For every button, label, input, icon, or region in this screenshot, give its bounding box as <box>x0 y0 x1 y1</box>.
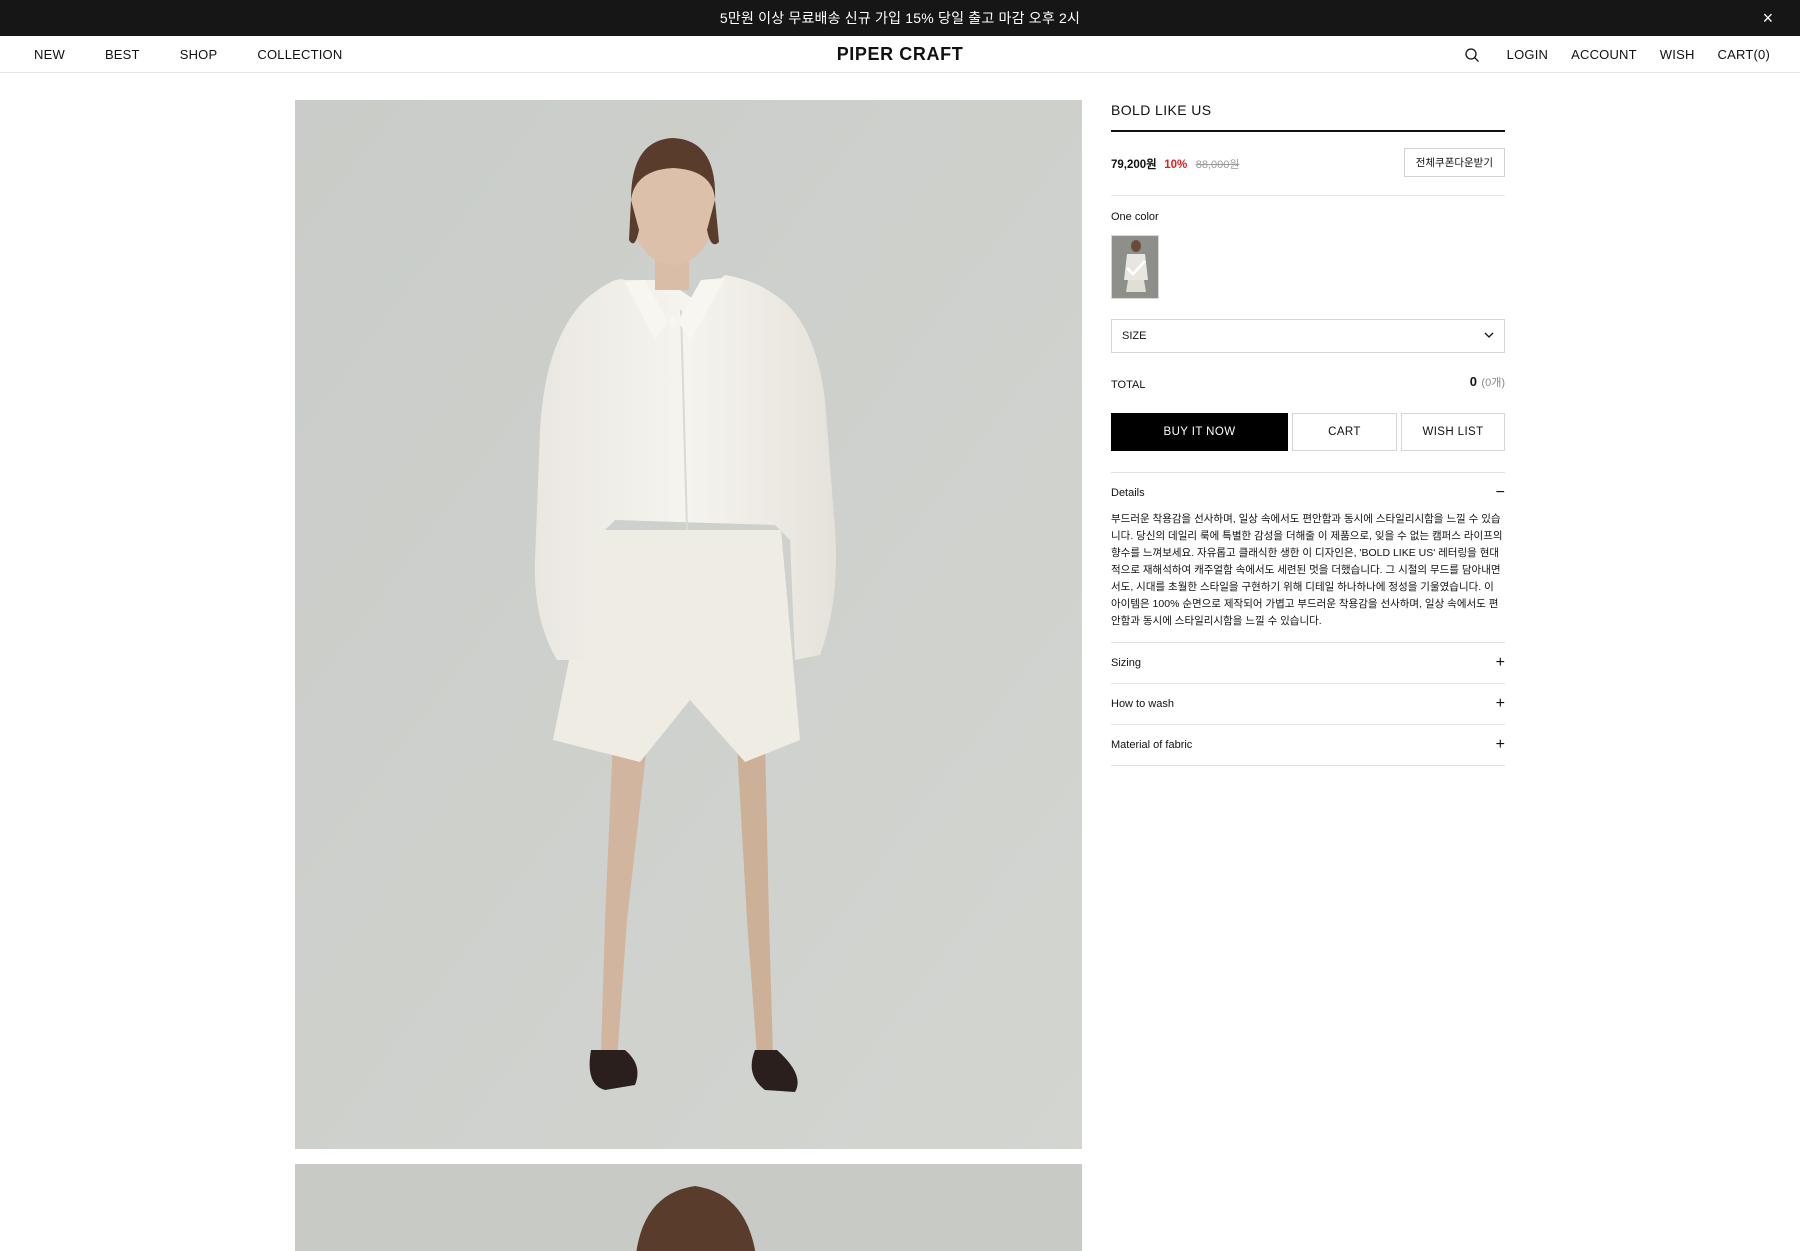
sale-price: 79,200원 <box>1111 158 1157 171</box>
accordion-sizing: Sizing + <box>1111 643 1505 684</box>
announcement-text: 5만원 이상 무료배송 신규 가입 15% 당일 출고 마감 오후 2시 <box>719 10 1081 26</box>
plus-icon: + <box>1495 736 1505 753</box>
action-buttons: BUY IT NOW CART WISH LIST <box>1111 413 1505 451</box>
accordion-material-header[interactable]: Material of fabric + <box>1111 725 1505 765</box>
price-row: 79,200원 10% 88,000원 전체쿠폰다운받기 <box>1111 132 1505 196</box>
chevron-down-icon <box>1484 330 1494 342</box>
total-amount: 0 (0개) <box>1470 373 1505 391</box>
info-accordion: Details − 부드러운 착용감을 선사하며, 일상 속에서도 편안함과 동… <box>1111 472 1505 766</box>
nav-login[interactable]: LOGIN <box>1507 47 1548 62</box>
product-image-secondary[interactable] <box>295 1164 1082 1251</box>
check-icon <box>1124 258 1148 283</box>
original-price: 88,000원 <box>1195 158 1240 171</box>
utility-nav: LOGIN ACCOUNT WISH CART(0) <box>1464 36 1770 73</box>
nav-wish[interactable]: WISH <box>1660 47 1695 62</box>
plus-icon: + <box>1495 654 1505 671</box>
plus-icon: + <box>1495 695 1505 712</box>
site-header: NEW BEST SHOP COLLECTION PIPER CRAFT LOG… <box>0 36 1800 73</box>
color-label: One color <box>1111 211 1159 223</box>
discount-rate: 10% <box>1164 158 1188 171</box>
product-title: BOLD LIKE US <box>1111 100 1505 132</box>
size-select-value: SIZE <box>1122 330 1147 342</box>
accordion-title: Sizing <box>1111 657 1141 669</box>
total-value: 0 <box>1469 374 1477 389</box>
nav-new[interactable]: NEW <box>34 47 65 62</box>
price-group: 79,200원 10% 88,000원 <box>1111 155 1239 173</box>
accordion-wash-header[interactable]: How to wash + <box>1111 684 1505 724</box>
close-icon[interactable]: × <box>1758 8 1778 28</box>
nav-collection[interactable]: COLLECTION <box>257 47 342 62</box>
accordion-sizing-header[interactable]: Sizing + <box>1111 643 1505 683</box>
size-select[interactable]: SIZE <box>1111 319 1505 353</box>
coupon-download-button[interactable]: 전체쿠폰다운받기 <box>1403 148 1505 177</box>
nav-cart[interactable]: CART(0) <box>1718 47 1770 62</box>
details-text: 부드러운 착용감을 선사하며, 일상 속에서도 편안함과 동시에 스타일리시함을… <box>1111 513 1503 627</box>
accordion-material: Material of fabric + <box>1111 725 1505 766</box>
accordion-title: Material of fabric <box>1111 739 1193 751</box>
accordion-details-header[interactable]: Details − <box>1111 473 1505 513</box>
nav-best[interactable]: BEST <box>105 47 140 62</box>
buy-now-button[interactable]: BUY IT NOW <box>1111 413 1288 451</box>
main-nav: NEW BEST SHOP COLLECTION <box>34 36 382 73</box>
search-icon[interactable] <box>1464 47 1480 63</box>
total-count: (0개) <box>1481 377 1505 389</box>
add-to-cart-button[interactable]: CART <box>1292 413 1397 451</box>
product-image-main[interactable] <box>295 100 1082 1149</box>
accordion-how-to-wash: How to wash + <box>1111 684 1505 725</box>
site-logo[interactable]: PIPER CRAFT <box>837 44 964 64</box>
minus-icon: − <box>1495 484 1505 501</box>
product-info-panel: BOLD LIKE US 79,200원 10% 88,000원 전체쿠폰다운받… <box>1111 100 1505 766</box>
total-row: TOTAL 0 (0개) <box>1111 373 1505 391</box>
wish-list-button[interactable]: WISH LIST <box>1401 413 1505 451</box>
announcement-bar: 5만원 이상 무료배송 신규 가입 15% 당일 출고 마감 오후 2시 × <box>0 0 1800 36</box>
color-swatch[interactable] <box>1111 235 1159 299</box>
nav-account[interactable]: ACCOUNT <box>1571 47 1637 62</box>
accordion-title: Details <box>1111 487 1145 499</box>
nav-shop[interactable]: SHOP <box>180 47 218 62</box>
accordion-details: Details − 부드러운 착용감을 선사하며, 일상 속에서도 편안함과 동… <box>1111 473 1505 643</box>
accordion-title: How to wash <box>1111 698 1174 710</box>
total-label: TOTAL <box>1111 379 1146 391</box>
